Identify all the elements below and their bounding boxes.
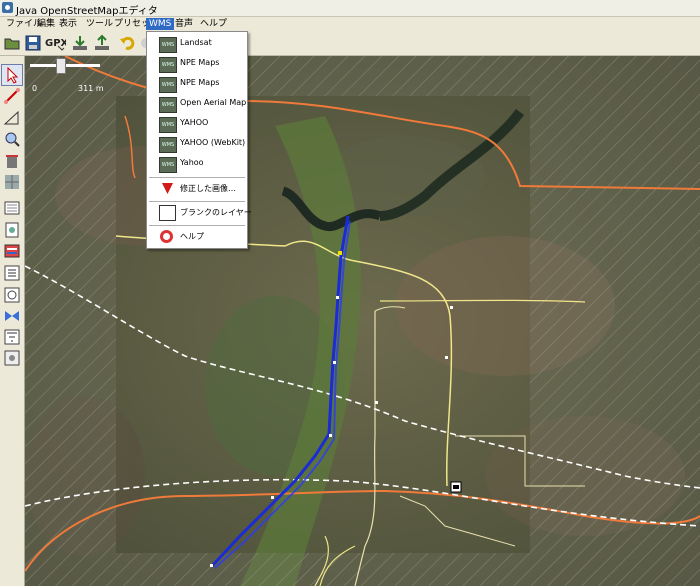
wms-icon: WMS — [159, 37, 177, 53]
main-toolbar: GPX — [0, 31, 700, 56]
blank-layer-icon — [159, 205, 176, 221]
grid-icon[interactable] — [3, 173, 21, 191]
relation-icon[interactable] — [3, 242, 21, 260]
wms-item-label: 修正した画像… — [180, 184, 236, 193]
undo-icon[interactable] — [118, 34, 136, 52]
save-icon[interactable] — [24, 34, 42, 52]
menu-separator — [149, 225, 245, 226]
wms-item-label: ブランクのレイヤー — [180, 208, 252, 217]
upload-icon[interactable] — [93, 34, 111, 52]
wms-item-adjust[interactable]: 修正した画像… — [147, 179, 247, 199]
title-bar: Java OpenStreetMapエディタ — [0, 0, 700, 17]
adjust-icon — [162, 183, 173, 194]
menu-separator — [149, 201, 245, 202]
properties-icon[interactable] — [3, 221, 21, 239]
wms-item-label: ヘルプ — [180, 232, 204, 241]
map-view[interactable] — [25, 56, 700, 586]
scale-min-label: 0 — [32, 84, 38, 93]
poi-marker[interactable] — [450, 481, 462, 493]
settings-icon[interactable] — [3, 349, 21, 367]
wms-item-label: YAHOO — [180, 118, 209, 127]
wms-item-label: Open Aerial Map — [180, 98, 247, 107]
menu-wms[interactable]: WMS — [146, 18, 175, 30]
wms-menu: WMS Landsat WMS NPE Maps WMS NPE Maps WM… — [146, 31, 252, 249]
wms-item-landsat[interactable]: WMS Landsat — [147, 34, 247, 54]
gpx-label: GPX — [45, 38, 66, 49]
left-toolbar — [0, 56, 25, 586]
wms-item-label: YAHOO (WebKit) — [180, 138, 246, 147]
wms-item-open-aerial-map[interactable]: WMS Open Aerial Map — [147, 94, 247, 114]
open-icon[interactable] — [3, 34, 21, 52]
wms-icon: WMS — [159, 137, 177, 153]
wms-item-blank-layer[interactable]: ブランクのレイヤー — [147, 203, 252, 223]
wms-icon: WMS — [159, 117, 177, 133]
window-title: Java OpenStreetMapエディタ — [16, 6, 158, 17]
menu-bar: ファイル 編集 表示 ツール プリセット WMS 音声 ヘルプ — [0, 17, 700, 31]
draw-icon[interactable] — [3, 87, 21, 105]
extrude-icon[interactable] — [3, 109, 21, 127]
list-icon[interactable] — [3, 264, 21, 282]
gpx-icon[interactable]: GPX — [44, 34, 66, 52]
wms-icon: WMS — [159, 97, 177, 113]
wms-icon: WMS — [159, 157, 177, 173]
zoom-icon[interactable] — [3, 130, 21, 148]
menu-edit[interactable]: 編集 — [34, 18, 58, 30]
menu-separator — [149, 177, 245, 178]
zoom-scale[interactable]: 0 311 m — [30, 58, 110, 94]
conflict-icon[interactable] — [3, 307, 21, 325]
scale-max-label: 311 m — [78, 84, 104, 93]
history-icon[interactable] — [3, 286, 21, 304]
wms-item-npe-maps[interactable]: WMS NPE Maps — [147, 54, 247, 74]
menu-view[interactable]: 表示 — [56, 18, 80, 30]
wms-item-npe-maps-2[interactable]: WMS NPE Maps — [147, 74, 247, 94]
wms-item-label: NPE Maps — [180, 78, 220, 87]
select-icon[interactable] — [1, 64, 23, 86]
wms-item-label: NPE Maps — [180, 58, 220, 67]
menu-audio[interactable]: 音声 — [172, 18, 196, 30]
app-icon — [2, 2, 13, 13]
wms-icon: WMS — [159, 77, 177, 93]
wms-item-yahoo-webkit[interactable]: WMS YAHOO (WebKit) — [147, 134, 247, 154]
help-icon — [160, 230, 173, 243]
menu-help[interactable]: ヘルプ — [197, 18, 230, 30]
wms-item-help[interactable]: ヘルプ — [147, 227, 247, 247]
wms-item-yahoo-2[interactable]: WMS Yahoo — [147, 154, 247, 174]
wms-icon: WMS — [159, 57, 177, 73]
layer-icon[interactable] — [3, 199, 21, 217]
wms-item-yahoo[interactable]: WMS YAHOO — [147, 114, 247, 134]
filter-icon[interactable] — [3, 328, 21, 346]
wms-item-label: Landsat — [180, 38, 212, 47]
zoom-slider-knob[interactable] — [56, 58, 66, 74]
delete-icon[interactable] — [3, 152, 21, 170]
wms-item-label: Yahoo — [180, 158, 204, 167]
map-canvas[interactable] — [25, 56, 700, 586]
download-icon[interactable] — [71, 34, 89, 52]
